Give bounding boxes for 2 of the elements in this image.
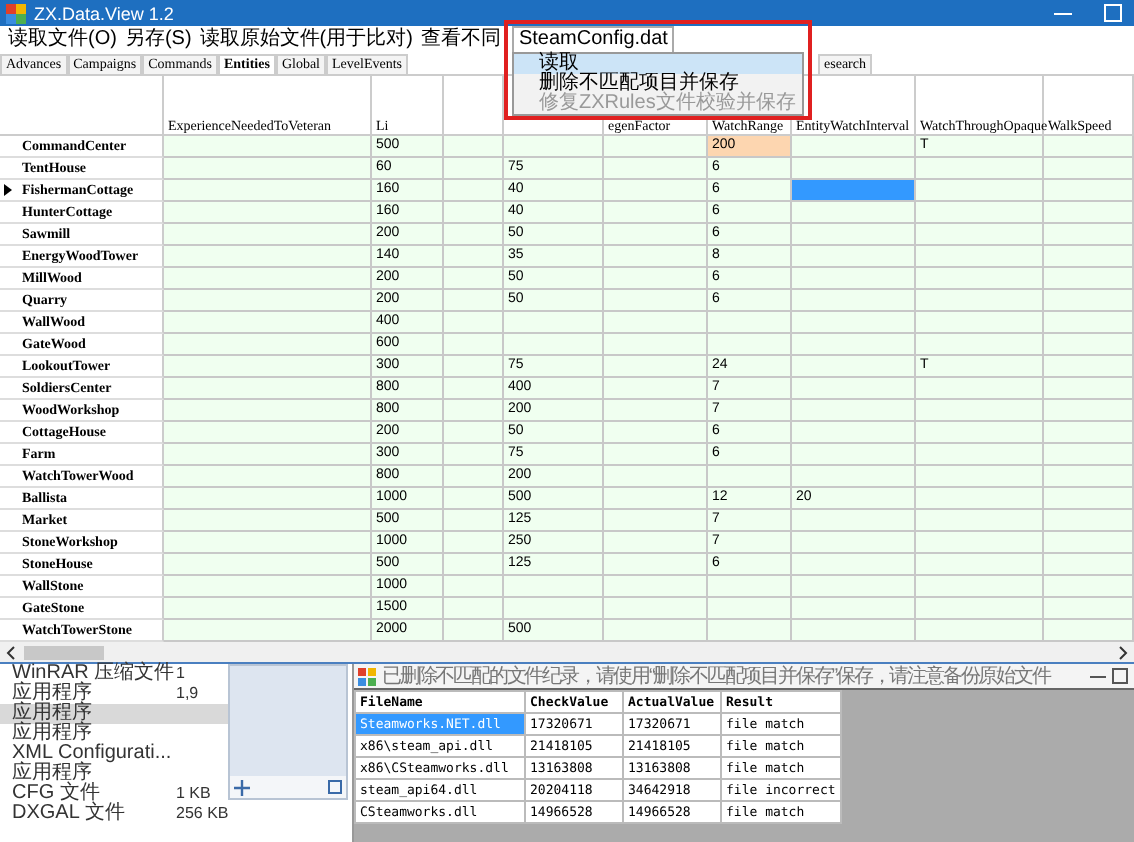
dialog-title: 已删除不匹配的文件纪录，请使用“删除不匹配项目并保存”保存，请注意备份原始文件 — [382, 663, 1053, 690]
window-title: ZX.Data.View 1.2 — [34, 3, 176, 23]
